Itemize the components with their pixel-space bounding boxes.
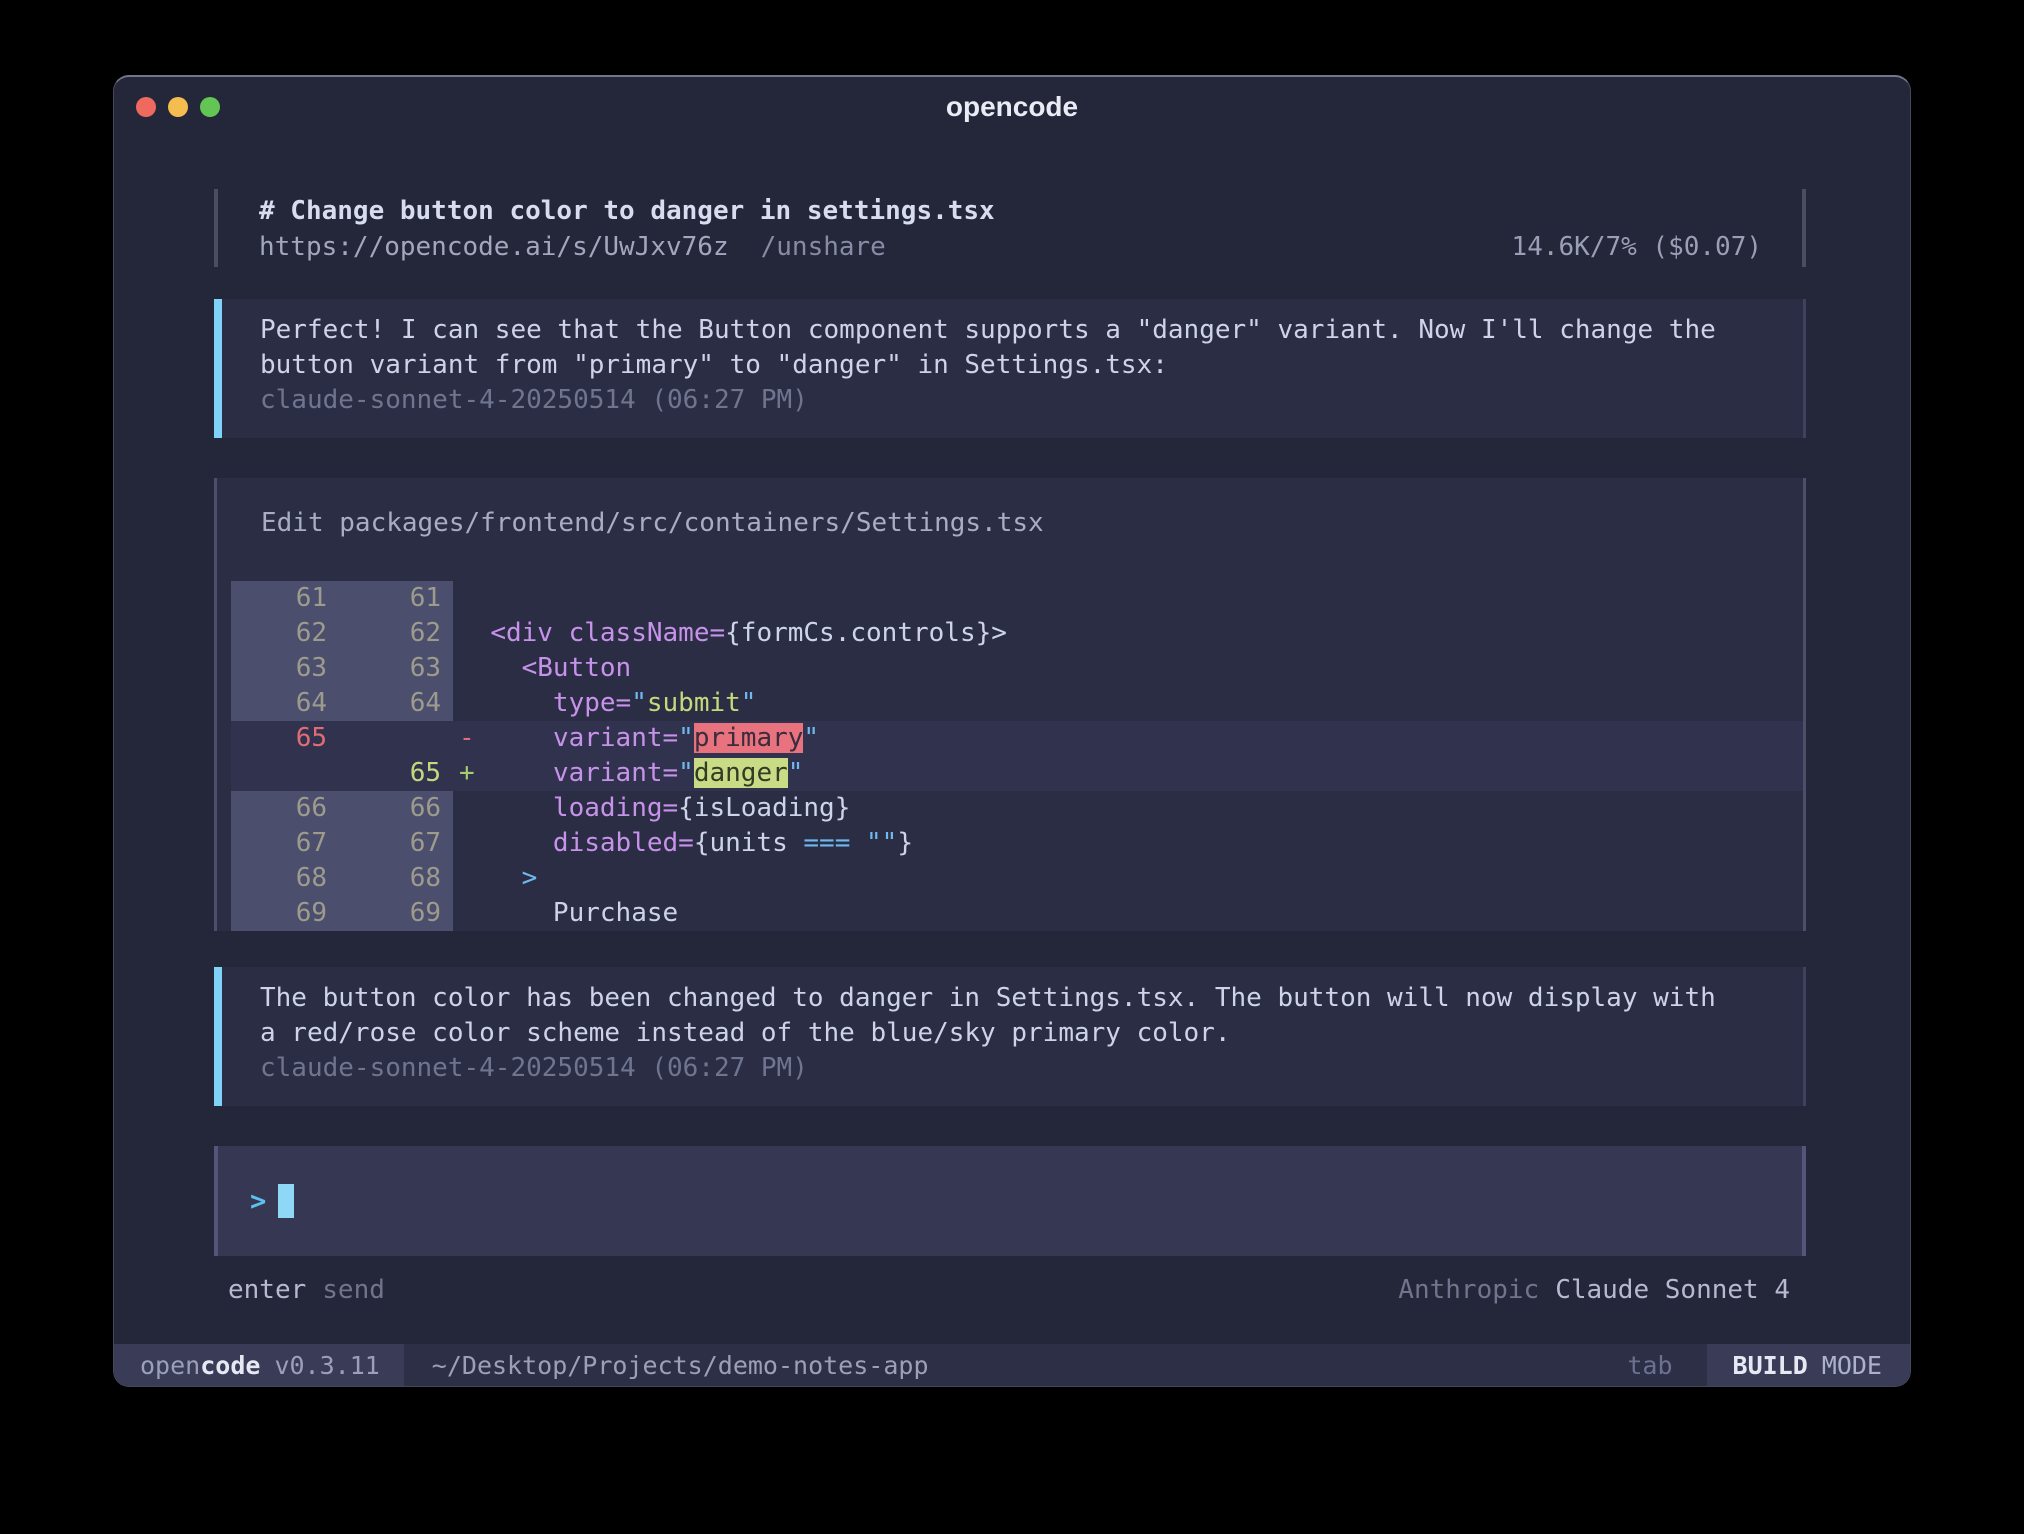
close-button[interactable] <box>136 97 156 117</box>
prompt-input[interactable]: > <box>214 1146 1806 1256</box>
assistant-message: Perfect! I can see that the Button compo… <box>214 299 1806 438</box>
diff-new-line-number: 62 <box>341 616 453 651</box>
edit-tool-header: Edit packages/frontend/src/containers/Se… <box>261 506 1803 541</box>
tab-key-hint[interactable]: tab <box>1627 1351 1672 1380</box>
diff-row: 6161 <box>231 581 1803 616</box>
diff-row: 6969 Purchase <box>231 896 1803 931</box>
diff-new-line-number <box>341 721 453 756</box>
diff-row: 6767 disabled={units === ""} <box>231 826 1803 861</box>
working-directory: ~/Desktop/Projects/demo-notes-app <box>432 1351 929 1380</box>
diff-code-line: <div className={formCs.controls}> <box>453 616 1803 651</box>
app-version-chip: opencode v0.3.11 <box>114 1344 404 1386</box>
diff-code-line <box>453 581 1803 616</box>
unshare-command: /unshare <box>761 229 886 265</box>
diff-old-line-number: 63 <box>231 651 341 686</box>
diff-old-line-number: 65 <box>231 721 341 756</box>
diff-code-line: loading={isLoading} <box>453 791 1803 826</box>
diff-old-line-number: 61 <box>231 581 341 616</box>
diff-old-line-number: 64 <box>231 686 341 721</box>
session-header: # Change button color to danger in setti… <box>214 189 1806 267</box>
message-text-line: button variant from "primary" to "danger… <box>260 348 1763 383</box>
message-text-line: a red/rose color scheme instead of the b… <box>260 1016 1763 1051</box>
diff-row: 6464 type="submit" <box>231 686 1803 721</box>
diff-new-line-number: 68 <box>341 861 453 896</box>
diff-marker: - <box>459 723 475 753</box>
titlebar: opencode <box>114 77 1910 137</box>
diff-row: 6868 > <box>231 861 1803 896</box>
build-mode-chip[interactable]: BUILD MODE <box>1707 1344 1910 1386</box>
diff-new-line-number: 66 <box>341 791 453 826</box>
diff-new-line-number: 67 <box>341 826 453 861</box>
diff-new-line-number: 65 <box>341 756 453 791</box>
diff-old-line-number: 62 <box>231 616 341 651</box>
app-version: v0.3.11 <box>274 1351 379 1380</box>
assistant-message: The button color has been changed to dan… <box>214 967 1806 1106</box>
message-text-line: Perfect! I can see that the Button compo… <box>260 313 1763 348</box>
diff-code-line: <Button <box>453 651 1803 686</box>
diff-new-line-number: 61 <box>341 581 453 616</box>
status-bar: opencode v0.3.11 ~/Desktop/Projects/demo… <box>114 1344 1910 1386</box>
mode-name-bold: BUILD <box>1733 1351 1808 1380</box>
diff-old-line-number <box>231 756 341 791</box>
traffic-lights <box>136 77 220 137</box>
enter-key-hint: enter <box>228 1275 306 1305</box>
diff-row: 6262 <div className={formCs.controls}> <box>231 616 1803 651</box>
opencode-window: opencode # Change button color to danger… <box>113 75 1911 1387</box>
text-cursor <box>278 1184 294 1218</box>
provider-label: Anthropic <box>1398 1275 1539 1305</box>
share-url: https://opencode.ai/s/UwJxv76z <box>259 229 729 265</box>
message-model-timestamp: claude-sonnet-4-20250514 (06:27 PM) <box>260 383 1763 418</box>
diff-old-line-number: 69 <box>231 896 341 931</box>
diff-code-line: Purchase <box>453 896 1803 931</box>
diff-code-line: disabled={units === ""} <box>453 826 1803 861</box>
diff-old-line-number: 68 <box>231 861 341 896</box>
diff-row: 65 - variant="primary" <box>231 721 1803 756</box>
diff-code-line: + variant="danger" <box>453 756 1803 791</box>
prompt-symbol: > <box>250 1186 266 1217</box>
message-text-line: The button color has been changed to dan… <box>260 981 1763 1016</box>
diff-old-line-number: 66 <box>231 791 341 826</box>
input-footer: enter send Anthropic Claude Sonnet 4 <box>214 1272 1806 1307</box>
mode-name-rest: MODE <box>1822 1351 1882 1380</box>
diff-marker: + <box>459 758 475 788</box>
diff-table: 61616262 <div className={formCs.controls… <box>231 581 1803 931</box>
send-action-hint: send <box>322 1275 385 1305</box>
app-name-normal: open <box>140 1351 200 1380</box>
diff-new-line-number: 64 <box>341 686 453 721</box>
window-title: opencode <box>946 91 1078 123</box>
message-model-timestamp: claude-sonnet-4-20250514 (06:27 PM) <box>260 1051 1763 1086</box>
minimize-button[interactable] <box>168 97 188 117</box>
diff-row: 6666 loading={isLoading} <box>231 791 1803 826</box>
model-label: Claude Sonnet 4 <box>1555 1275 1790 1305</box>
session-subheader: https://opencode.ai/s/UwJxv76z /unshare … <box>259 229 1762 265</box>
diff-row: 6363 <Button <box>231 651 1803 686</box>
app-name-bold: code <box>200 1351 260 1380</box>
main-content: # Change button color to danger in setti… <box>214 189 1806 1307</box>
zoom-button[interactable] <box>200 97 220 117</box>
diff-code-line: - variant="primary" <box>453 721 1803 756</box>
diff-row: 65+ variant="danger" <box>231 756 1803 791</box>
diff-code-line: type="submit" <box>453 686 1803 721</box>
diff-code-line: > <box>453 861 1803 896</box>
token-usage: 14.6K/7% ($0.07) <box>1512 229 1762 265</box>
session-title: # Change button color to danger in setti… <box>259 193 1762 229</box>
diff-old-line-number: 67 <box>231 826 341 861</box>
diff-new-line-number: 69 <box>341 896 453 931</box>
diff-new-line-number: 63 <box>341 651 453 686</box>
edit-tool-block: Edit packages/frontend/src/containers/Se… <box>214 478 1806 931</box>
